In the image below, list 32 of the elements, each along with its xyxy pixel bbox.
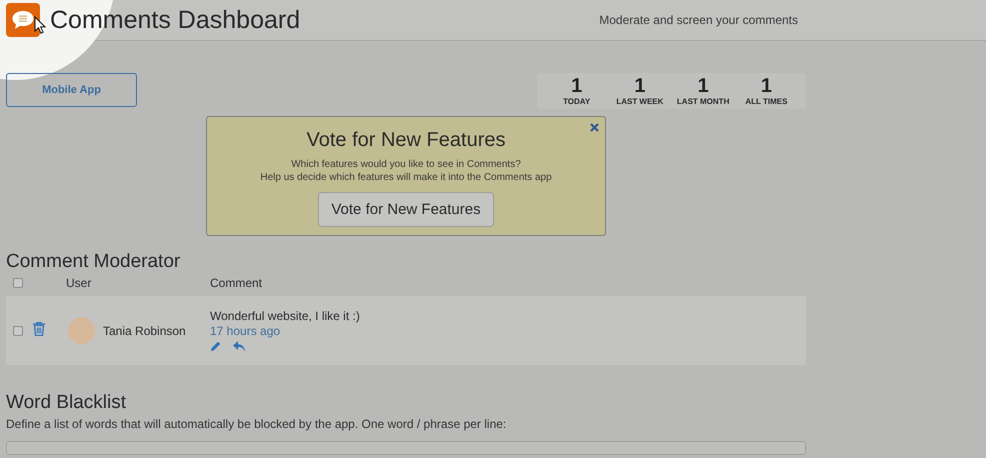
page-title: Comments Dashboard (50, 6, 302, 34)
stat-value: 1 (571, 76, 582, 96)
vote-button[interactable]: Vote for New Features (318, 192, 494, 227)
section-title: Word Blacklist (6, 391, 128, 415)
trash-icon[interactable] (33, 322, 45, 336)
section-title: Comment Moderator (6, 250, 182, 274)
stat-label: LAST MONTH (676, 97, 730, 106)
reply-icon[interactable] (233, 341, 246, 352)
card-title: Vote for New Features (306, 129, 506, 152)
column-header: Comment (210, 276, 264, 290)
stat-label: LAST WEEK (616, 97, 664, 106)
app-logo-icon (6, 3, 40, 37)
checkbox[interactable] (13, 326, 23, 336)
stat-label: TODAY (563, 97, 590, 106)
stat-value: 1 (760, 76, 772, 96)
blacklist-field[interactable] (6, 441, 806, 455)
comment-text: Wonderful website, I like it :) (210, 309, 361, 323)
user-name: Tania Robinson (103, 324, 186, 338)
stat-label: ALL TIMES (745, 97, 788, 106)
comment-time: 17 hours ago (210, 324, 282, 338)
card-text: Help us decide which features will make it into the Comments app (259, 171, 553, 184)
close-icon[interactable] (590, 123, 599, 132)
cursor-icon (34, 16, 46, 35)
stat-value: 1 (634, 76, 646, 96)
tagline: Moderate and screen your comments (599, 13, 798, 27)
card-text: Which features would you like to see in Comments? (290, 158, 522, 171)
section-description: Define a list of words that will automatically be blocked by the app. One word / phrase per line: (6, 417, 508, 432)
checkbox[interactable] (13, 278, 23, 288)
avatar (68, 317, 95, 344)
pencil-icon[interactable] (210, 341, 221, 352)
column-header: User (66, 276, 92, 290)
stat-value: 1 (698, 76, 709, 96)
